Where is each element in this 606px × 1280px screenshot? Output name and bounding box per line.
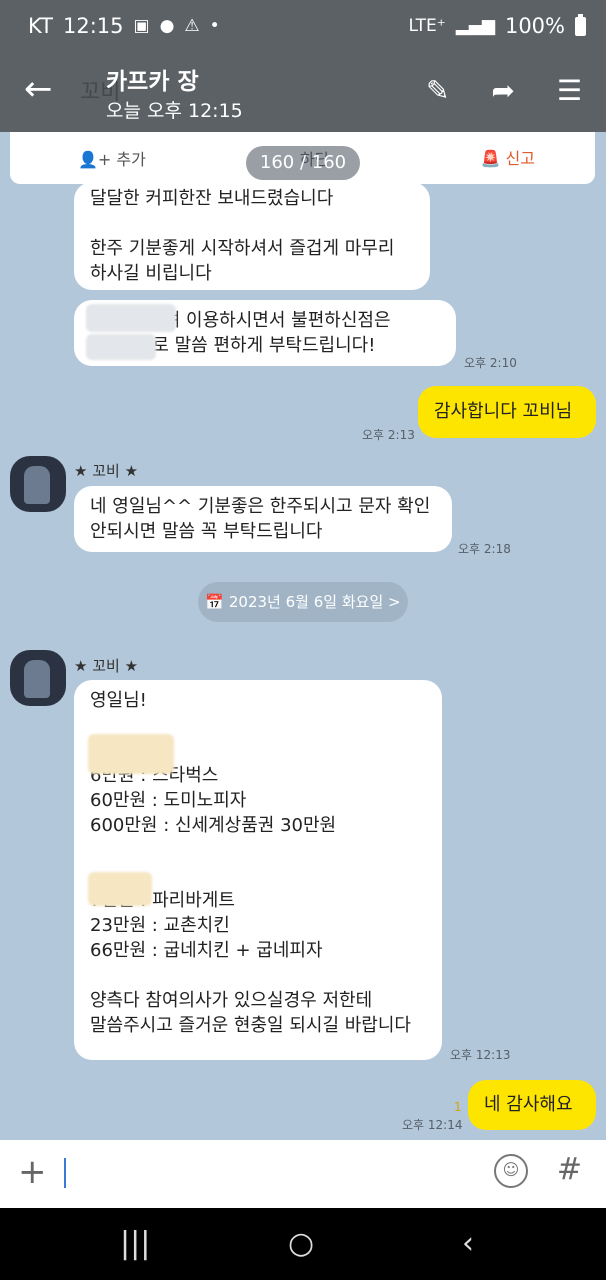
chat-header: ← 꼬비 카프카 장 오늘 오후 12:15 ✎ ➦ ☰ bbox=[0, 58, 606, 132]
message-text: 감사합니다 꼬비님 bbox=[434, 401, 573, 422]
recent-apps-icon[interactable]: ||| bbox=[120, 1226, 150, 1261]
calendar-icon: 📅 bbox=[205, 593, 225, 611]
add-label: 추가 bbox=[116, 150, 146, 169]
chat-subtitle: 오늘 오후 12:15 bbox=[106, 100, 243, 122]
carrier-label: KT bbox=[28, 14, 53, 38]
message-counter: 160 / 160 bbox=[246, 146, 360, 180]
message-text: 달달한 커피한잔 보내드렸습니다 한주 기분좋게 시작하셔서 즐겁게 마무리 하… bbox=[90, 188, 395, 284]
star-icon: ★ bbox=[74, 657, 88, 675]
battery-icon bbox=[575, 13, 586, 36]
hash-button[interactable]: # bbox=[557, 1152, 582, 1187]
system-nav-bar: ||| ○ ‹ bbox=[0, 1208, 606, 1280]
message-input[interactable] bbox=[64, 1158, 66, 1188]
star-icon: ★ bbox=[124, 657, 139, 675]
chat-title: 카프카 장 bbox=[106, 69, 199, 95]
back-arrow-icon[interactable]: ← bbox=[24, 72, 53, 106]
gallery-icon: ▣ bbox=[133, 16, 150, 36]
redaction-blur bbox=[88, 734, 174, 774]
date-text: 2023년 6월 6일 화요일 > bbox=[228, 593, 401, 611]
message-input-bar: + ☺ # bbox=[0, 1140, 606, 1208]
sender-name-text: 꼬비 bbox=[92, 462, 120, 480]
redaction-blur bbox=[86, 304, 176, 332]
add-user-icon: 👤+ bbox=[78, 150, 112, 169]
redaction-blur bbox=[88, 872, 152, 906]
avatar[interactable] bbox=[10, 456, 66, 512]
brush-icon[interactable]: ✎ bbox=[426, 74, 449, 107]
share-icon[interactable]: ➦ bbox=[491, 74, 514, 107]
attach-button[interactable]: + bbox=[18, 1152, 47, 1192]
message-text: 네 감사해요 bbox=[484, 1094, 573, 1115]
signal-icon: ▂▄▆ bbox=[455, 16, 495, 36]
emoji-icon[interactable]: ☺ bbox=[494, 1154, 528, 1188]
message-time: 오후 2:13 bbox=[362, 428, 415, 442]
clock-label: 12:15 bbox=[62, 14, 124, 38]
message-bubble: 달달한 커피한잔 보내드렸습니다 한주 기분좋게 시작하셔서 즐겁게 마무리 하… bbox=[74, 182, 430, 290]
message-time: 오후 12:14 bbox=[402, 1118, 463, 1132]
status-bar: KT 12:15 ▣ ● ⚠ • LTE⁺ ▂▄▆ 100% bbox=[0, 0, 606, 58]
sender-name: ★ 꼬비 ★ bbox=[74, 655, 138, 676]
star-icon: ★ bbox=[74, 462, 88, 480]
my-message-bubble: 네 감사해요 bbox=[468, 1080, 596, 1130]
back-nav-icon[interactable]: ‹ bbox=[462, 1226, 474, 1261]
message-bubble: 네 영일님^^ 기분좋은 한주되시고 문자 확인 안되시면 말씀 꼭 부탁드립니… bbox=[74, 486, 452, 552]
siren-icon: 🚨 bbox=[480, 149, 501, 168]
redaction-blur bbox=[86, 334, 156, 360]
menu-icon[interactable]: ☰ bbox=[557, 74, 582, 107]
star-icon: ★ bbox=[124, 462, 139, 480]
my-message-bubble: 감사합니다 꼬비님 bbox=[418, 386, 596, 438]
warning-icon: ⚠ bbox=[184, 16, 200, 36]
dot-icon: • bbox=[209, 16, 220, 36]
report-label: 신고 bbox=[505, 149, 535, 168]
date-divider[interactable]: 📅 2023년 6월 6일 화요일 > bbox=[198, 582, 408, 622]
sender-name-text: 꼬비 bbox=[92, 657, 120, 675]
talk-icon: ● bbox=[159, 16, 175, 36]
avatar[interactable] bbox=[10, 650, 66, 706]
network-label: LTE⁺ bbox=[408, 16, 446, 36]
battery-label: 100% bbox=[504, 14, 565, 38]
message-time: 오후 2:10 bbox=[464, 356, 517, 370]
home-icon[interactable]: ○ bbox=[288, 1226, 314, 1261]
unread-count: 1 bbox=[454, 1100, 462, 1114]
message-text: 네 영일님^^ 기분좋은 한주되시고 문자 확인 안되시면 말씀 꼭 부탁드립니… bbox=[90, 496, 431, 542]
message-time: 오후 12:13 bbox=[450, 1048, 511, 1062]
report-button[interactable]: 🚨 신고 bbox=[481, 145, 535, 169]
add-friend-button[interactable]: 👤+ 추가 bbox=[78, 146, 146, 170]
sender-name: ★ 꼬비 ★ bbox=[74, 460, 138, 481]
message-time: 오후 2:18 bbox=[458, 542, 511, 556]
